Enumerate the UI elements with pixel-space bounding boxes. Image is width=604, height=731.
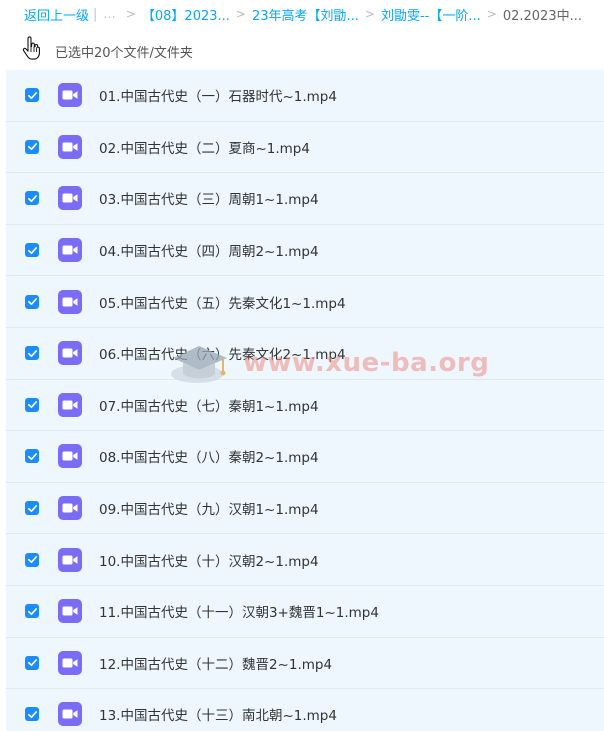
file-name[interactable]: 08.中国古代史（八）秦朝2~1.mp4 — [99, 446, 319, 466]
video-camera-icon — [62, 142, 78, 152]
video-file-icon — [58, 702, 82, 727]
checkbox[interactable] — [25, 552, 39, 567]
file-row[interactable]: 09.中国古代史（九）汉朝1~1.mp4 — [6, 483, 604, 535]
breadcrumb-item[interactable]: 刘勖雯--【一阶... — [381, 5, 481, 24]
file-row[interactable]: 07.中国古代史（七）秦朝1~1.mp4 — [6, 380, 604, 432]
check-icon — [27, 453, 37, 461]
check-icon — [27, 298, 37, 306]
video-file-icon — [58, 341, 82, 366]
breadcrumb-divider: | — [93, 6, 98, 22]
file-row[interactable]: 04.中国古代史（四）周朝2~1.mp4 — [6, 225, 604, 277]
file-name[interactable]: 07.中国古代史（七）秦朝1~1.mp4 — [99, 395, 319, 415]
video-camera-icon — [62, 606, 78, 616]
video-camera-icon — [62, 297, 78, 307]
file-row[interactable]: 10.中国古代史（十）汉朝2~1.mp4 — [6, 534, 604, 586]
file-name[interactable]: 06.中国古代史（六）先秦文化2~1.mp4 — [99, 343, 346, 363]
video-file-icon — [58, 547, 82, 572]
video-file-icon — [58, 599, 82, 624]
file-name[interactable]: 09.中国古代史（九）汉朝1~1.mp4 — [99, 498, 319, 518]
check-icon — [27, 401, 37, 409]
check-icon — [27, 607, 37, 615]
check-icon — [27, 91, 37, 99]
checkbox[interactable] — [25, 191, 39, 206]
file-row[interactable]: 12.中国古代史（十二）魏晋2~1.mp4 — [6, 638, 604, 690]
file-row[interactable]: 13.中国古代史（十三）南北朝~1.mp4 — [6, 689, 604, 731]
check-icon — [27, 143, 37, 151]
check-icon — [27, 504, 37, 512]
check-icon — [27, 711, 37, 718]
file-name[interactable]: 11.中国古代史（十一）汉朝3+魏晋1~1.mp4 — [99, 601, 379, 621]
file-name[interactable]: 03.中国古代史（三）周朝1~1.mp4 — [99, 188, 319, 208]
file-list: 01.中国古代史（一）石器时代~1.mp4 02.中国古代史（二）夏商~1.mp4… — [6, 70, 604, 731]
video-file-icon — [58, 134, 82, 159]
video-file-icon — [58, 496, 82, 521]
file-name[interactable]: 13.中国古代史（十三）南北朝~1.mp4 — [99, 704, 337, 724]
video-camera-icon — [62, 658, 78, 668]
check-icon — [27, 659, 37, 667]
checkbox[interactable] — [25, 88, 39, 103]
checkbox[interactable] — [25, 243, 39, 258]
chevron-right-icon: > — [486, 7, 497, 21]
checkbox[interactable] — [25, 397, 39, 412]
file-name[interactable]: 12.中国古代史（十二）魏晋2~1.mp4 — [99, 653, 332, 673]
hand-pointer-icon — [22, 36, 40, 60]
video-camera-icon — [62, 90, 78, 100]
file-row[interactable]: 02.中国古代史（二）夏商~1.mp4 — [6, 122, 604, 174]
file-name[interactable]: 04.中国古代史（四）周朝2~1.mp4 — [99, 240, 319, 260]
video-camera-icon — [62, 245, 78, 255]
back-link[interactable]: 返回上一级 — [24, 5, 89, 24]
file-row[interactable]: 11.中国古代史（十一）汉朝3+魏晋1~1.mp4 — [6, 586, 604, 638]
checkbox[interactable] — [25, 294, 39, 309]
video-camera-icon — [62, 451, 78, 461]
chevron-right-icon: > — [364, 7, 375, 21]
check-icon — [27, 556, 37, 564]
video-camera-icon — [62, 555, 78, 565]
checkbox[interactable] — [25, 604, 39, 619]
file-name[interactable]: 05.中国古代史（五）先秦文化1~1.mp4 — [99, 292, 346, 312]
checkbox[interactable] — [25, 655, 39, 670]
selection-count: 已选中20个文件/文件夹 — [55, 46, 193, 61]
breadcrumb-item[interactable]: 23年高考【刘勖... — [252, 5, 359, 24]
checkbox[interactable] — [25, 707, 39, 722]
video-camera-icon — [62, 348, 78, 358]
video-file-icon — [58, 238, 82, 263]
video-camera-icon — [62, 709, 78, 719]
checkbox[interactable] — [25, 449, 39, 464]
breadcrumb-current: 02.2023中... — [502, 8, 582, 24]
check-icon — [27, 246, 37, 254]
video-file-icon — [58, 650, 82, 675]
video-camera-icon — [62, 400, 78, 410]
video-file-icon — [58, 392, 82, 417]
checkbox[interactable] — [25, 139, 39, 154]
checkbox[interactable] — [25, 501, 39, 516]
checkbox[interactable] — [25, 346, 39, 361]
breadcrumb-item[interactable]: 【08】2023... — [142, 5, 230, 24]
selection-bar: 已选中20个文件/文件夹 — [0, 34, 604, 66]
file-row[interactable]: 06.中国古代史（六）先秦文化2~1.mp4 — [6, 328, 604, 380]
file-name[interactable]: 10.中国古代史（十）汉朝2~1.mp4 — [99, 550, 319, 570]
video-camera-icon — [62, 193, 78, 203]
video-file-icon — [58, 289, 82, 314]
check-icon — [27, 349, 37, 357]
file-row[interactable]: 01.中国古代史（一）石器时代~1.mp4 — [6, 70, 604, 122]
video-file-icon — [58, 83, 82, 108]
breadcrumb-ellipsis[interactable]: ... — [103, 7, 115, 22]
file-name[interactable]: 01.中国古代史（一）石器时代~1.mp4 — [99, 85, 337, 105]
file-row[interactable]: 08.中国古代史（八）秦朝2~1.mp4 — [6, 431, 604, 483]
file-name[interactable]: 02.中国古代史（二）夏商~1.mp4 — [99, 137, 310, 157]
check-icon — [27, 195, 37, 203]
chevron-right-icon: > — [125, 7, 136, 21]
file-row[interactable]: 05.中国古代史（五）先秦文化1~1.mp4 — [6, 276, 604, 328]
file-row[interactable]: 03.中国古代史（三）周朝1~1.mp4 — [6, 173, 604, 225]
breadcrumb: 返回上一级 | ... > 【08】2023... > 23年高考【刘勖... … — [0, 0, 604, 28]
chevron-right-icon: > — [235, 7, 246, 21]
video-camera-icon — [62, 503, 78, 513]
video-file-icon — [58, 186, 82, 211]
video-file-icon — [58, 444, 82, 469]
